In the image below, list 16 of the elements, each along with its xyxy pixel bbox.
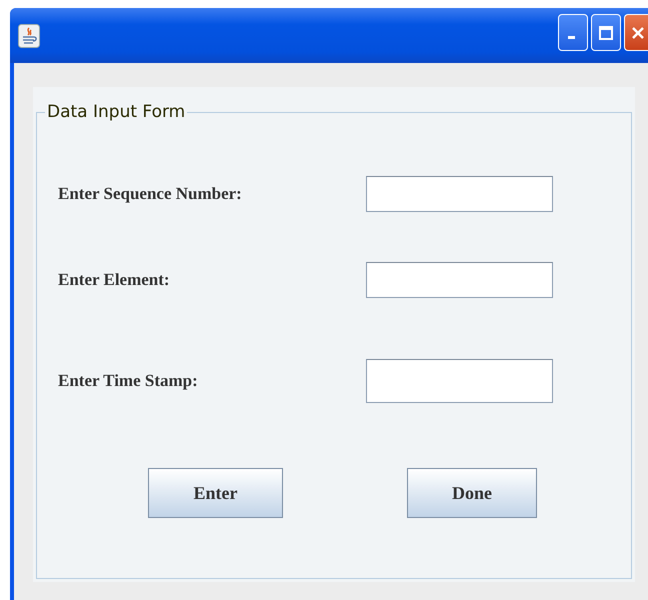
form-button[interactable]: Done: [407, 468, 537, 518]
field-label: Enter Time Stamp:: [58, 371, 199, 391]
field-label: Enter Element:: [58, 270, 171, 290]
close-button[interactable]: [624, 14, 648, 51]
form-button[interactable]: Enter: [148, 468, 283, 518]
input-field[interactable]: [366, 262, 553, 298]
maximize-button[interactable]: [591, 14, 621, 51]
minimize-button[interactable]: [558, 14, 588, 51]
group-title: Data Input Form: [46, 102, 186, 122]
minimize-icon: [568, 36, 574, 39]
cup-icon: [18, 24, 40, 48]
input-field[interactable]: [366, 359, 553, 403]
maximize-icon: [598, 24, 614, 40]
input-field[interactable]: [366, 176, 553, 212]
close-icon: [630, 24, 646, 40]
field-label: Enter Sequence Number:: [58, 184, 243, 204]
